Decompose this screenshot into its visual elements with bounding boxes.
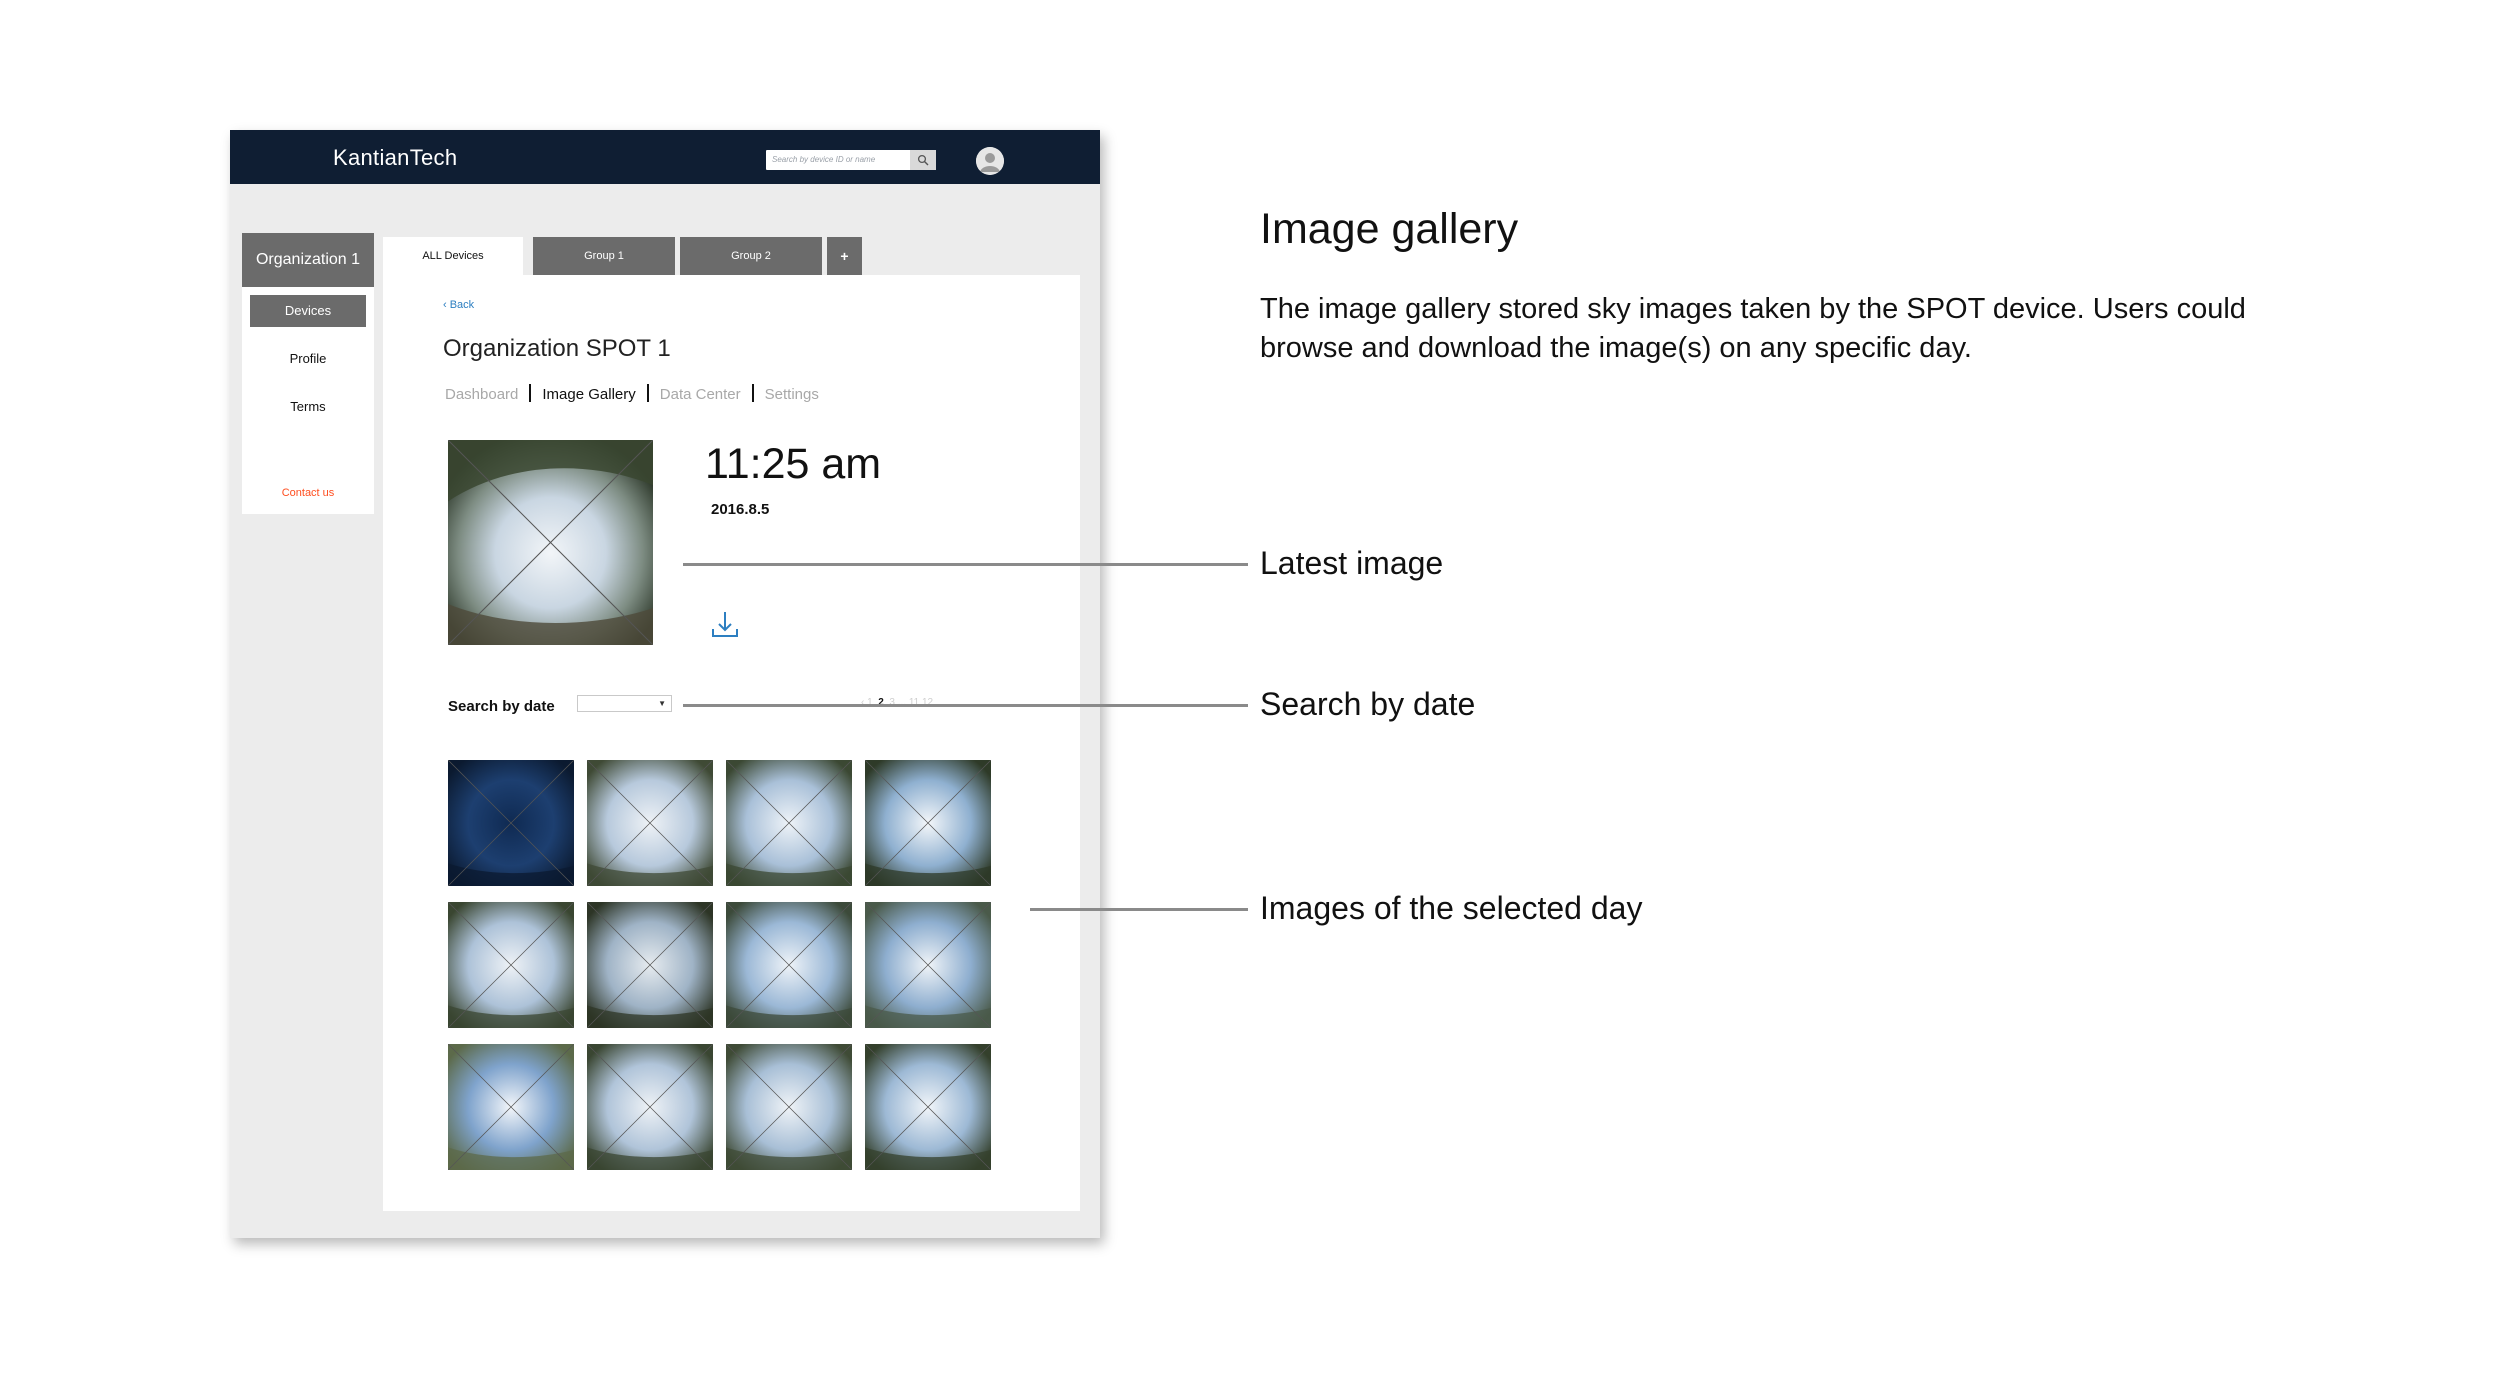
add-group-button[interactable]: +: [827, 237, 862, 275]
annotation-description: The image gallery stored sky images take…: [1260, 293, 2246, 364]
tab-all-devices[interactable]: ALL Devices: [383, 237, 523, 277]
gallery-thumbnail[interactable]: [726, 902, 852, 1028]
app-mockup: KantianTech Search by device ID or name …: [230, 130, 1100, 1238]
download-icon: [712, 612, 738, 637]
search-button[interactable]: [910, 150, 936, 170]
subnav-dashboard[interactable]: Dashboard: [445, 386, 518, 403]
sky-image-placeholder: [587, 1044, 713, 1170]
sub-navigation: Dashboard Image Gallery Data Center Setting…: [445, 384, 819, 403]
gallery-thumbnail[interactable]: [587, 760, 713, 886]
sky-image-placeholder: [726, 1044, 852, 1170]
brand-logo[interactable]: KantianTech: [333, 145, 457, 171]
back-link[interactable]: ‹ Back: [443, 299, 474, 311]
sky-image-placeholder: [865, 902, 991, 1028]
user-avatar[interactable]: [976, 147, 1004, 175]
images-of-day-annotation: Images of the selected day: [1260, 890, 1643, 926]
subnav-separator: [751, 384, 754, 402]
user-icon: [976, 147, 1004, 175]
gallery-thumbnail[interactable]: [726, 1044, 852, 1170]
gallery-thumbnail[interactable]: [587, 902, 713, 1028]
gallery-thumbnail[interactable]: [448, 760, 574, 886]
latest-sky-image[interactable]: [448, 440, 653, 645]
top-bar: KantianTech Search by device ID or name: [230, 130, 1100, 184]
tab-group-1[interactable]: Group 1: [533, 237, 675, 275]
gallery-thumbnail[interactable]: [448, 902, 574, 1028]
gallery-thumbnail[interactable]: [865, 1044, 991, 1170]
date-picker[interactable]: ▼: [577, 695, 672, 712]
subnav-data-center[interactable]: Data Center: [660, 386, 741, 403]
latest-image-annotation: Latest image: [1260, 545, 1444, 581]
search-placeholder: Search by device ID or name: [772, 155, 876, 164]
sky-image-placeholder: [448, 440, 653, 645]
latest-image-time: 11:25 am: [705, 440, 882, 488]
sky-image-placeholder: [726, 760, 852, 886]
gallery-thumbnail[interactable]: [865, 902, 991, 1028]
content-panel: ‹ Back Organization SPOT 1 Dashboard Imag…: [383, 275, 1080, 1211]
annotation-title: Image gallery: [1260, 205, 1519, 253]
subnav-separator: [646, 384, 649, 402]
sidebar: Devices Profile Terms Contact us: [242, 287, 374, 514]
subnav-settings[interactable]: Settings: [765, 386, 819, 403]
gallery-thumbnail[interactable]: [865, 760, 991, 886]
sidebar-item-devices[interactable]: Devices: [250, 295, 366, 327]
sky-image-placeholder: [448, 760, 574, 886]
gallery-thumbnail[interactable]: [587, 1044, 713, 1170]
subnav-image-gallery[interactable]: Image Gallery: [542, 386, 635, 403]
search-icon: [917, 154, 929, 166]
sky-image-placeholder: [587, 760, 713, 886]
contact-us-link[interactable]: Contact us: [242, 487, 374, 499]
search-by-date-leader-line: [683, 704, 1248, 707]
sky-image-placeholder: [726, 902, 852, 1028]
latest-image-leader-line: [683, 563, 1248, 566]
search-by-date-annotation: Search by date: [1260, 686, 1476, 722]
sidebar-item-profile[interactable]: Profile: [250, 343, 366, 375]
sidebar-item-terms[interactable]: Terms: [250, 391, 366, 423]
page-title: Organization SPOT 1: [443, 335, 671, 362]
search-input[interactable]: Search by device ID or name: [766, 150, 936, 170]
gallery-thumbnail[interactable]: [726, 760, 852, 886]
sky-image-placeholder: [865, 1044, 991, 1170]
download-button[interactable]: [710, 609, 740, 644]
sky-image-placeholder: [587, 902, 713, 1028]
dropdown-arrow-icon: ▼: [658, 699, 666, 708]
subnav-separator: [529, 384, 532, 402]
sky-image-placeholder: [448, 902, 574, 1028]
images-of-day-leader-line: [1030, 908, 1248, 911]
sky-image-placeholder: [448, 1044, 574, 1170]
organization-selector[interactable]: Organization 1: [242, 233, 374, 287]
search-by-date-label: Search by date: [448, 698, 555, 715]
tab-group-2[interactable]: Group 2: [680, 237, 822, 275]
gallery-thumbnail[interactable]: [448, 1044, 574, 1170]
latest-image-date: 2016.8.5: [711, 501, 770, 518]
sky-image-placeholder: [865, 760, 991, 886]
